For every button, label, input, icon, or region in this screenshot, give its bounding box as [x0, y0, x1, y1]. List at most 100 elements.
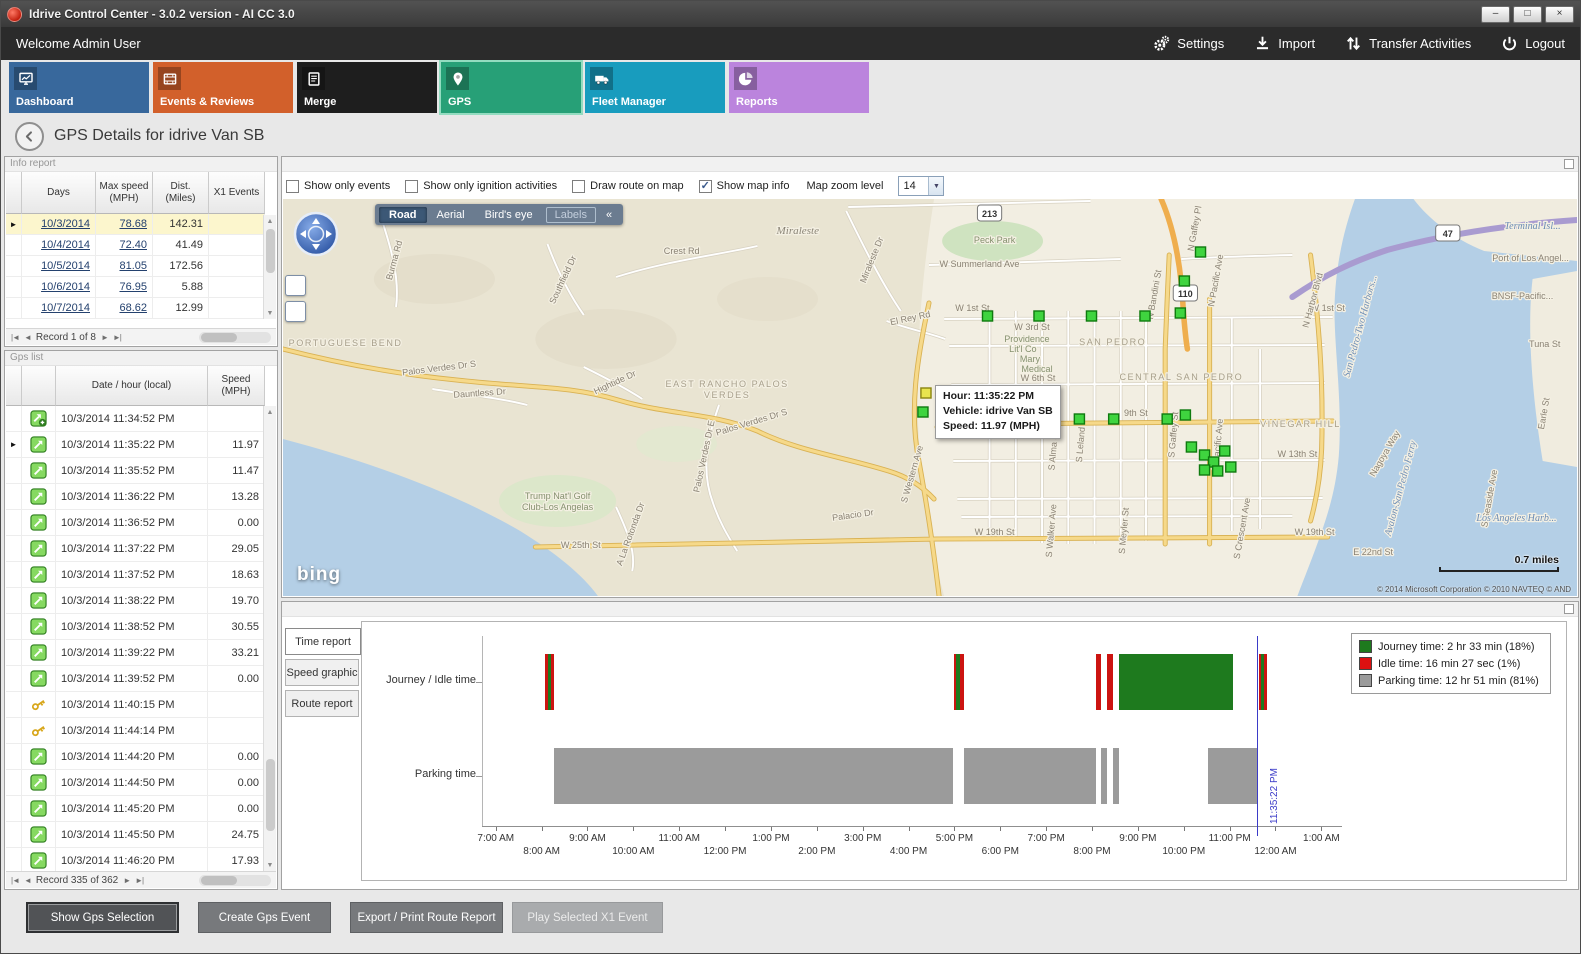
gps-marker[interactable]	[1186, 442, 1196, 452]
scroll-up-icon[interactable]: ▲	[264, 215, 276, 227]
scroll-down-icon[interactable]: ▼	[264, 307, 276, 319]
tab-time-report[interactable]: Time report	[285, 628, 361, 655]
cell-datetime[interactable]: 10/3/2014 11:36:22 PM	[56, 484, 208, 510]
button-create-gps-event[interactable]: Create Gps Event	[198, 902, 331, 933]
import-button[interactable]: Import	[1254, 35, 1315, 52]
gps-marker[interactable]	[1220, 446, 1230, 456]
scroll-up-icon[interactable]: ▲	[264, 406, 276, 418]
pager-prev-button[interactable]: ◄	[24, 333, 31, 342]
cell-datetime[interactable]: 10/3/2014 11:44:50 PM	[56, 770, 208, 796]
day-link[interactable]: 10/5/2014	[41, 260, 90, 272]
map-view-tab-bird-s-eye[interactable]: Bird's eye	[475, 207, 543, 223]
checkbox-icon[interactable]	[572, 180, 585, 193]
blank-header[interactable]	[22, 366, 56, 406]
cell-datetime[interactable]: 10/3/2014 11:38:52 PM	[56, 614, 208, 640]
button-show-gps-selection[interactable]: Show Gps Selection	[26, 902, 179, 933]
cell-datetime[interactable]: 10/3/2014 11:44:14 PM	[56, 718, 208, 744]
cell-datetime[interactable]: 10/3/2014 11:39:52 PM	[56, 666, 208, 692]
info-report-scrollbar[interactable]: ▲ ▼	[263, 215, 276, 319]
dropdown-arrow-icon[interactable]: ▼	[928, 177, 943, 195]
cell-datetime[interactable]: 10/3/2014 11:35:52 PM	[56, 458, 208, 484]
column-header-speed-mph[interactable]: Speed (MPH)	[208, 366, 265, 406]
pager-prev-button[interactable]: ◄	[24, 876, 31, 885]
cell-datetime[interactable]: 10/3/2014 11:35:22 PM	[56, 432, 208, 458]
map-zoom-out-button[interactable]	[285, 301, 306, 322]
maximize-panel-button[interactable]	[1564, 604, 1574, 614]
pager-last-button[interactable]: ►|	[135, 876, 143, 885]
day-link[interactable]: 10/7/2014	[41, 302, 90, 314]
gps-marker[interactable]	[1162, 414, 1172, 424]
day-link[interactable]: 10/4/2014	[41, 239, 90, 251]
pager-hscrollbar[interactable]	[199, 875, 271, 886]
map-compass-control[interactable]	[293, 211, 339, 257]
gps-list-scrollbar[interactable]: ▲ ▼	[263, 406, 276, 871]
scroll-thumb[interactable]	[266, 229, 275, 273]
nav-tile-fleet-manager[interactable]: Fleet Manager	[585, 62, 725, 113]
cell-datetime[interactable]: 10/3/2014 11:34:52 PM	[56, 406, 208, 432]
max-speed-link[interactable]: 76.95	[119, 281, 147, 293]
tab-route-report[interactable]: Route report	[285, 690, 359, 717]
maximize-panel-button[interactable]	[1564, 159, 1574, 169]
maximize-button[interactable]: □	[1513, 6, 1542, 23]
close-button[interactable]: ×	[1545, 6, 1574, 23]
pager-hscrollbar[interactable]	[199, 332, 271, 343]
gps-marker[interactable]	[1034, 311, 1044, 321]
column-header-dist-miles[interactable]: Dist. (Miles)	[153, 172, 209, 214]
tab-speed-graphic[interactable]: Speed graphic	[285, 659, 359, 686]
settings-button[interactable]: Settings	[1153, 35, 1224, 52]
gps-marker[interactable]	[1213, 466, 1223, 476]
max-speed-link[interactable]: 68.62	[119, 302, 147, 314]
map-zoom-in-button[interactable]	[285, 275, 306, 296]
pager-first-button[interactable]: |◄	[11, 876, 19, 885]
day-link[interactable]: 10/3/2014	[41, 218, 90, 230]
minimize-button[interactable]: –	[1481, 6, 1510, 23]
gps-marker[interactable]	[1086, 311, 1096, 321]
column-header-days[interactable]: Days	[22, 172, 96, 214]
gps-marker[interactable]	[1180, 410, 1190, 420]
map[interactable]: MiralestePeck ParkW Summerland AveCrest …	[283, 199, 1577, 596]
pager-first-button[interactable]: |◄	[11, 333, 19, 342]
cell-datetime[interactable]: 10/3/2014 11:38:22 PM	[56, 588, 208, 614]
blank-header[interactable]	[6, 366, 22, 406]
gps-marker[interactable]	[1195, 247, 1205, 257]
map-view-tab-aerial[interactable]: Aerial	[427, 207, 475, 223]
day-link[interactable]: 10/6/2014	[41, 281, 90, 293]
row-indicator-header[interactable]	[6, 172, 22, 214]
cell-datetime[interactable]: 10/3/2014 11:45:20 PM	[56, 796, 208, 822]
gps-marker[interactable]	[1140, 311, 1150, 321]
nav-tile-events-reviews[interactable]: Events & Reviews	[153, 62, 293, 113]
checkbox-icon[interactable]	[405, 180, 418, 193]
checkbox-icon[interactable]	[286, 180, 299, 193]
button-export-print-route-report[interactable]: Export / Print Route Report	[350, 902, 503, 933]
gps-marker[interactable]	[982, 311, 992, 321]
column-header-date-hour-local[interactable]: Date / hour (local)	[56, 366, 208, 406]
checkbox-show-only-ignition-activities[interactable]: Show only ignition activities	[405, 180, 557, 193]
scroll-thumb[interactable]	[266, 759, 275, 831]
gps-marker[interactable]	[1175, 308, 1185, 318]
pager-next-button[interactable]: ►	[123, 876, 130, 885]
checkbox-show-map-info[interactable]: ✓Show map info	[699, 180, 790, 193]
scroll-thumb[interactable]	[201, 333, 237, 342]
pager-next-button[interactable]: ►	[101, 333, 108, 342]
map-nav-collapse-button[interactable]: «	[599, 208, 619, 222]
map-view-tab-road[interactable]: Road	[379, 207, 427, 223]
map-zoom-select[interactable]: 14▼	[898, 176, 944, 196]
gps-marker[interactable]	[1074, 414, 1084, 424]
map-view-tab-labels[interactable]: Labels	[546, 207, 596, 223]
cell-datetime[interactable]: 10/3/2014 11:36:52 PM	[56, 510, 208, 536]
nav-tile-merge[interactable]: Merge	[297, 62, 437, 113]
nav-tile-gps[interactable]: GPS	[441, 62, 581, 113]
gps-marker-selected[interactable]	[921, 388, 931, 398]
cell-datetime[interactable]: 10/3/2014 11:39:22 PM	[56, 640, 208, 666]
scroll-down-icon[interactable]: ▼	[264, 859, 276, 871]
cell-datetime[interactable]: 10/3/2014 11:37:22 PM	[56, 536, 208, 562]
gps-marker[interactable]	[918, 407, 928, 417]
checkbox-show-only-events[interactable]: Show only events	[286, 180, 390, 193]
cell-datetime[interactable]: 10/3/2014 11:45:50 PM	[56, 822, 208, 848]
gps-marker[interactable]	[1179, 276, 1189, 286]
cell-datetime[interactable]: 10/3/2014 11:37:52 PM	[56, 562, 208, 588]
back-button[interactable]	[15, 122, 44, 151]
nav-tile-reports[interactable]: Reports	[729, 62, 869, 113]
nav-tile-dashboard[interactable]: Dashboard	[9, 62, 149, 113]
gps-marker[interactable]	[1199, 465, 1209, 475]
